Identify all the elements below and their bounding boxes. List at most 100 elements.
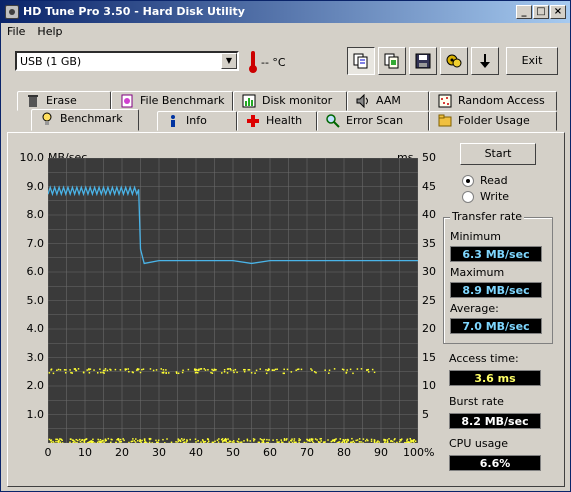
x-tick-label: 30 [152,446,166,459]
access-time-point [61,442,64,443]
copy-text-button[interactable] [347,47,375,75]
tab-random-access[interactable]: Random Access [429,91,557,111]
access-time-point [69,438,72,440]
access-time-point [343,439,346,442]
tab-label: File Benchmark [140,94,225,107]
tab-health[interactable]: Health [237,111,317,131]
start-button[interactable]: Start [460,143,536,165]
tab-error-scan[interactable]: Error Scan [317,111,429,131]
menu-file[interactable]: File [1,23,31,41]
y-left-tick-label: 5.0 [26,293,45,307]
access-time-point [313,371,316,373]
access-time-point [300,368,303,371]
window-title: HD Tune Pro 3.50 - Hard Disk Utility [23,5,245,18]
health-cross-icon [247,115,259,127]
access-time-point [160,368,162,370]
access-time-point [413,439,415,441]
copy-screenshot-button[interactable] [378,47,406,75]
x-tick-label: 70 [300,446,314,459]
access-time-point [96,441,99,443]
access-time-point [356,368,359,370]
access-time-point [262,439,264,442]
access-time-point [104,439,107,441]
access-time-point [366,438,368,441]
random-access-icon [438,94,452,108]
options-button[interactable] [440,47,468,75]
access-time-point [320,437,322,440]
tab-label: Error Scan [346,114,404,127]
access-time-point [218,438,220,440]
access-time-point [376,441,378,443]
access-time-point [347,439,350,442]
download-button[interactable] [471,47,499,75]
menu-help[interactable]: Help [31,23,68,41]
access-time-point [118,441,121,443]
access-time-point [254,372,256,374]
access-time-point [162,369,165,371]
access-time-point [155,369,158,371]
save-button[interactable] [409,47,437,75]
access-time-point [83,440,85,443]
access-time-point [253,440,255,442]
access-time-point [385,442,387,443]
access-time-value: 3.6 ms [449,370,541,386]
access-time-point [139,371,142,374]
access-time-point [324,369,326,371]
y-right-tick-label: 45 [422,179,436,193]
lightbulb-icon [42,112,52,125]
access-time-point [79,440,82,443]
access-time-point [317,441,320,443]
close-button[interactable]: × [550,5,566,19]
access-time-point [196,371,199,374]
chevron-down-icon[interactable]: ▼ [221,53,237,69]
access-time-point [258,441,261,443]
access-time-point [333,368,336,370]
access-time-point [177,440,180,442]
access-time-point [286,438,288,440]
access-time-point [103,372,105,374]
access-time-point [314,438,317,440]
access-time-point [391,440,394,443]
access-time-point [237,441,240,443]
tab-info[interactable]: Info [157,111,237,131]
access-time-point [221,372,223,374]
access-time-point [306,438,308,441]
drive-select[interactable]: USB (1 GB) ▼ [15,51,239,71]
access-time-point [214,440,216,443]
maximize-button[interactable]: □ [533,5,549,19]
read-radio[interactable]: Read [462,174,508,187]
access-time-point [186,440,188,442]
access-time-point [337,441,340,443]
access-time-point [135,438,137,440]
read-radio-label: Read [480,174,508,187]
access-time-point [273,369,275,371]
write-radio-dot [462,191,474,203]
write-radio[interactable]: Write [462,190,509,203]
access-time-point [179,440,181,442]
access-time-point [170,441,173,443]
access-time-point [140,441,142,443]
tab-benchmark[interactable]: Benchmark [31,109,139,131]
minimize-button[interactable]: _ [516,5,532,19]
access-time-point [59,369,62,371]
access-time-point [276,441,278,443]
tab-file-benchmark[interactable]: File Benchmark [111,91,233,111]
tab-folder-usage[interactable]: Folder Usage [429,111,557,131]
y-right-tick-label: 30 [422,265,436,278]
access-time-point [198,368,200,370]
access-time-point [373,441,376,443]
access-time-point [86,369,88,371]
tab-aam[interactable]: AAM [347,91,429,111]
exit-button[interactable]: Exit [506,47,558,75]
tab-disk-monitor[interactable]: Disk monitor [233,91,347,111]
tab-erase[interactable]: Erase [17,91,111,111]
access-time-point [266,438,268,441]
access-time-point [310,368,312,370]
access-time-point [311,440,314,442]
access-time-point [133,440,136,442]
y-right-tick-label: 20 [422,322,436,335]
access-time-point [53,442,55,443]
access-time-point [232,369,235,372]
access-time-point [99,439,102,441]
y-left-tick-label: 1.0 [26,407,45,421]
